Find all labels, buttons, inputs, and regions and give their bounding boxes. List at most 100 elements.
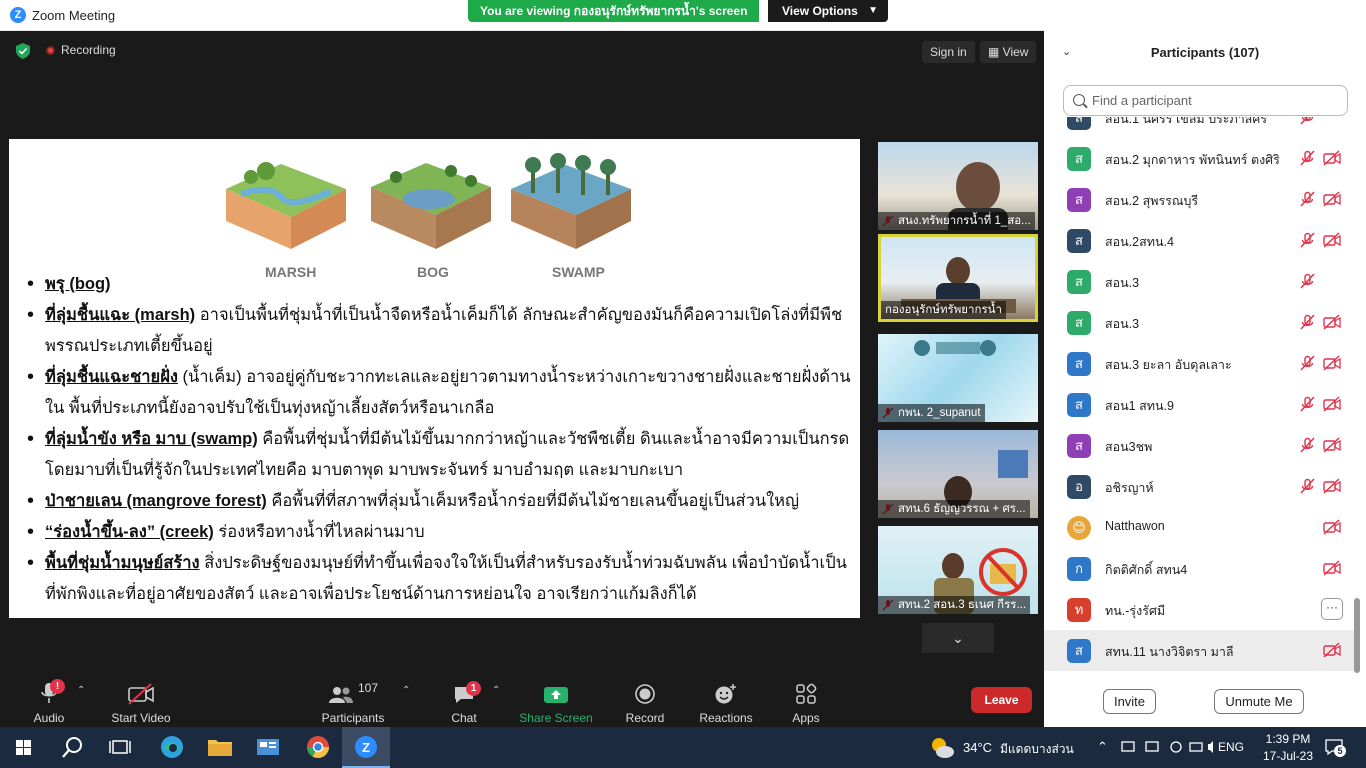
mic-muted-icon[interactable] (1299, 355, 1315, 371)
notifications-button[interactable]: 5 (1324, 737, 1346, 757)
participant-row[interactable]: ส สอน.2สทน.4 (1044, 220, 1356, 261)
record-icon (635, 684, 655, 704)
participant-row[interactable]: ส สอน.3 ยะลา อับดุลเลาะ (1044, 343, 1356, 384)
shared-screen: MARSH BOG SWAMP พรุ (bog) ที่ลุ่มชื้นแฉะ… (9, 139, 860, 618)
video-off-icon[interactable] (1323, 437, 1341, 453)
mic-muted-icon[interactable] (1299, 437, 1315, 453)
video-off-icon[interactable] (1323, 396, 1341, 412)
video-off-icon[interactable] (1323, 314, 1341, 330)
participant-search-input[interactable]: Find a participant (1063, 85, 1348, 116)
participant-more-button[interactable]: ··· (1321, 598, 1343, 620)
participant-row[interactable]: อ อชิรญาห์ (1044, 466, 1356, 507)
video-thumbnail-active-speaker[interactable]: กองอนุรักษ์ทรัพยากรน้ำ (878, 234, 1038, 322)
start-video-button[interactable]: Start Video (108, 679, 174, 725)
search-taskbar-button[interactable] (48, 727, 96, 768)
participant-row[interactable]: ส สอน.3 (1044, 261, 1356, 302)
scroll-thumbnails-down-button[interactable]: ⌄ (922, 623, 994, 653)
video-off-icon[interactable] (1323, 232, 1341, 248)
bullet-item: ที่ลุ่มน้ำขัง หรือ มาบ (swamp) คือพื้นที… (27, 424, 857, 486)
view-button[interactable]: ▦ View (980, 41, 1037, 63)
participant-list-scrollbar[interactable] (1354, 598, 1360, 673)
start-button[interactable] (0, 727, 48, 768)
apps-button[interactable]: Apps (786, 679, 826, 725)
mic-muted-icon[interactable] (1299, 191, 1315, 207)
zoom-icon: Z (355, 736, 377, 758)
clock[interactable]: 1:39 PM 17-Jul-23 (1258, 732, 1318, 763)
mic-muted-icon[interactable] (1299, 314, 1315, 330)
weather-temperature[interactable]: 34°C (963, 740, 992, 755)
show-hidden-icons-chevron-icon[interactable]: ⌃ (1097, 739, 1108, 755)
chrome-button[interactable] (294, 727, 342, 768)
security-shield-icon[interactable] (16, 43, 30, 59)
mic-muted-icon[interactable] (1299, 150, 1315, 166)
avatar: ส (1067, 147, 1091, 171)
invite-button[interactable]: Invite (1103, 689, 1156, 714)
input-language[interactable]: ENG (1218, 740, 1244, 754)
participant-name: สอน.3 ยะลา อับดุลเลาะ (1105, 358, 1232, 372)
reactions-button[interactable]: Reactions (696, 679, 756, 725)
unmute-me-button[interactable]: Unmute Me (1214, 689, 1304, 714)
chat-options-caret[interactable]: ⌃ (492, 685, 500, 696)
mic-muted-icon[interactable] (1299, 396, 1315, 412)
record-label: Record (625, 711, 665, 725)
participant-row[interactable]: ท ทน.-รุ่งรัศมี ··· (1044, 589, 1356, 630)
file-explorer-button[interactable] (196, 727, 244, 768)
bullet-item: ป่าชายเลน (mangrove forest) คือพื้นที่ที… (27, 486, 857, 517)
recording-indicator[interactable]: Recording (46, 43, 116, 57)
audio-button[interactable]: Audio ! (22, 679, 76, 725)
participant-row[interactable]: ส สอน.2 สุพรรณบุรี (1044, 179, 1356, 220)
participant-name: Natthawon (1105, 519, 1165, 533)
participant-row[interactable]: ส สอน.1 นศรร เขลม ประภาสศร (1044, 117, 1356, 138)
participant-name: สอน.2 มุกดาหาร พัทนินทร์ ตงศิริ (1105, 153, 1280, 167)
video-thumbnail[interactable]: สทน.6 ธัญญวรรณ + ศร... (878, 430, 1038, 518)
mic-muted-icon[interactable] (1299, 232, 1315, 248)
participant-row[interactable]: 😊 Natthawon (1044, 507, 1356, 548)
bullet-term: ป่าชายเลน (mangrove forest) (45, 492, 267, 510)
video-off-icon[interactable] (1323, 191, 1341, 207)
mic-muted-icon[interactable] (1299, 117, 1315, 125)
video-off-icon[interactable] (1323, 478, 1341, 494)
participant-row[interactable]: ส สอน.3 (1044, 302, 1356, 343)
participant-row[interactable]: ส สทน.11 นางวิจิตรา มาลี (1044, 630, 1356, 671)
share-screen-button[interactable]: Share Screen (518, 679, 594, 725)
apps-label: Apps (792, 711, 820, 725)
thumbnail-name: กองอนุรักษ์ทรัพยากรน้ำ (881, 301, 1006, 319)
marsh-diagram (226, 162, 346, 249)
record-button[interactable]: Record (622, 679, 668, 725)
video-thumbnail[interactable]: สนง.ทรัพยากรน้ำที่ 1_สอ... (878, 142, 1038, 230)
participant-row[interactable]: ส สอน1 สทน.9 (1044, 384, 1356, 425)
mic-muted-icon[interactable] (1299, 273, 1315, 289)
video-off-icon[interactable] (1323, 150, 1341, 166)
control-panel-button[interactable] (244, 727, 292, 768)
audio-options-caret[interactable]: ⌃ (77, 685, 85, 696)
participant-row[interactable]: ส สอน3ชพ (1044, 425, 1356, 466)
chat-label: Chat (451, 711, 477, 725)
video-off-icon[interactable] (1323, 560, 1341, 576)
participants-options-caret[interactable]: ⌃ (402, 685, 410, 696)
mic-muted-icon[interactable] (1299, 478, 1315, 494)
video-off-icon[interactable] (1323, 519, 1341, 535)
view-options-button[interactable]: View Options ▼ (768, 0, 888, 22)
chat-button[interactable]: Chat 1 (444, 679, 484, 725)
bullet-term: “ร่องน้ำขึ้น-ลง” (creek) (45, 523, 214, 541)
participant-name: กิตติศักดิ์ สทน4 (1105, 563, 1188, 577)
folder-icon (208, 740, 232, 756)
video-thumbnail[interactable]: สทน.2 สอน.3 ธเนศ กีรร... (878, 526, 1038, 614)
avatar: ส (1067, 188, 1091, 212)
video-off-icon[interactable] (1323, 642, 1341, 658)
participants-button[interactable]: 107 Participants (318, 679, 388, 725)
participant-row[interactable]: ก กิตติศักดิ์ สทน4 (1044, 548, 1356, 589)
weather-description[interactable]: มีแดดบางส่วน (1000, 740, 1074, 759)
task-view-button[interactable] (96, 727, 144, 768)
video-off-icon[interactable] (1323, 355, 1341, 371)
reactions-label: Reactions (699, 711, 753, 725)
zoom-taskbar-button[interactable]: Z (342, 727, 390, 768)
video-thumbnail[interactable]: กพน. 2_supanut (878, 334, 1038, 422)
signin-button[interactable]: Sign in (922, 41, 975, 63)
notification-count-badge: 5 (1334, 745, 1346, 757)
edge-browser-button[interactable] (148, 727, 196, 768)
avatar: ส (1067, 117, 1091, 130)
task-view-icon (109, 740, 131, 754)
leave-button[interactable]: Leave (971, 687, 1032, 713)
participant-row[interactable]: ส สอน.2 มุกดาหาร พัทนินทร์ ตงศิริ (1044, 138, 1356, 179)
